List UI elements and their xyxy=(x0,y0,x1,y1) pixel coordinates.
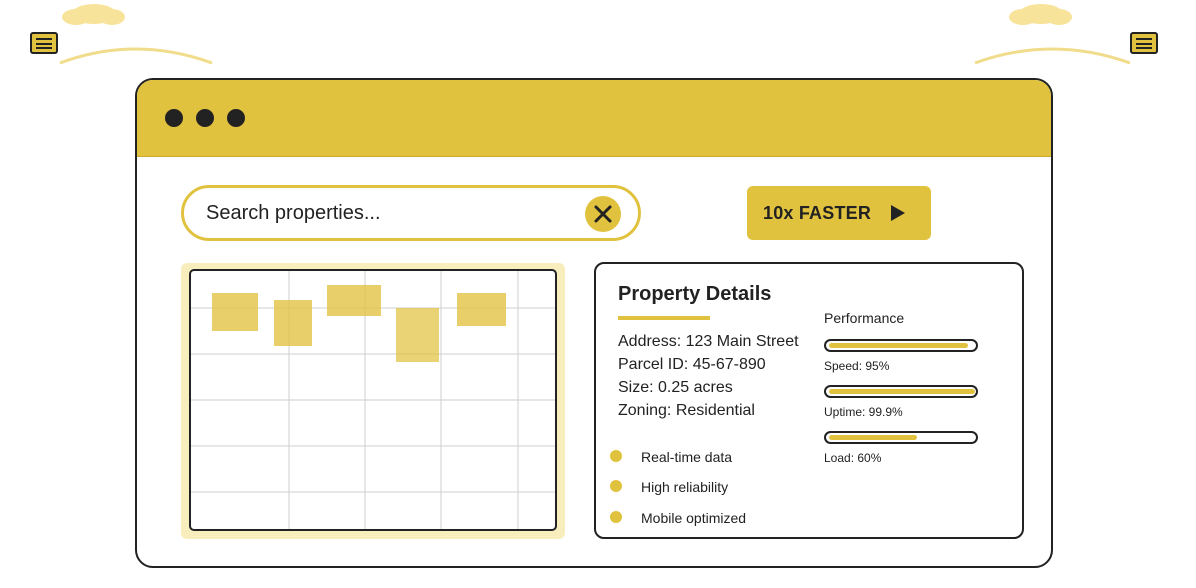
window-titlebar xyxy=(137,80,1051,157)
speed-progress-fill xyxy=(829,343,968,348)
parcel-block[interactable] xyxy=(274,300,312,346)
size-text: Size: 0.25 acres xyxy=(618,379,733,396)
decorative-arc-right xyxy=(974,47,1131,65)
property-details-title: Property Details xyxy=(618,283,772,305)
uptime-label: Uptime: 99.9% xyxy=(824,405,903,419)
load-progress-fill xyxy=(829,435,917,440)
parcel-block[interactable] xyxy=(212,293,258,331)
property-details-card: Property Details Address: 123 Main Stree… xyxy=(594,262,1024,539)
parcel-block[interactable] xyxy=(457,293,506,326)
bullet-dot-icon xyxy=(610,450,622,462)
cloud-left-icon xyxy=(62,4,125,25)
browser-window: 10x FASTER xyxy=(135,78,1053,568)
menu-icon[interactable] xyxy=(30,32,58,54)
feature-label: Mobile optimized xyxy=(641,510,747,526)
close-icon xyxy=(594,205,612,223)
parcel-block[interactable] xyxy=(327,285,381,316)
faster-button[interactable]: 10x FASTER xyxy=(747,186,931,240)
address-text: Address: 123 Main Street xyxy=(618,333,799,350)
parcel-block[interactable] xyxy=(396,308,439,362)
feature-label: High reliability xyxy=(641,479,729,495)
map-grid xyxy=(191,271,555,529)
load-label: Load: 60% xyxy=(824,451,882,465)
map-panel xyxy=(181,263,565,539)
parcel-id-text: Parcel ID: 45-67-890 xyxy=(618,356,766,373)
search-bar xyxy=(181,185,641,241)
map-view[interactable] xyxy=(189,269,557,531)
title-underline xyxy=(618,316,710,320)
play-icon xyxy=(891,205,906,221)
menu-icon[interactable] xyxy=(1130,32,1158,54)
performance-title: Performance xyxy=(824,310,905,326)
load-progress-bar xyxy=(824,431,978,444)
window-dot-2[interactable] xyxy=(196,109,214,127)
window-dot-1[interactable] xyxy=(165,109,183,127)
cloud-right-icon xyxy=(1009,4,1072,25)
clear-search-button[interactable] xyxy=(585,196,621,232)
window-dot-3[interactable] xyxy=(227,109,245,127)
bullet-dot-icon xyxy=(610,480,622,492)
speed-label: Speed: 95% xyxy=(824,359,890,373)
search-input[interactable] xyxy=(206,198,576,228)
feature-label: Real-time data xyxy=(641,449,733,465)
faster-button-label: 10x FASTER xyxy=(763,202,872,223)
uptime-progress-bar xyxy=(824,385,978,398)
bullet-dot-icon xyxy=(610,511,622,523)
speed-progress-bar xyxy=(824,339,978,352)
decorative-arc-left xyxy=(59,47,213,65)
uptime-progress-fill xyxy=(829,389,975,394)
zoning-text: Zoning: Residential xyxy=(618,402,755,419)
